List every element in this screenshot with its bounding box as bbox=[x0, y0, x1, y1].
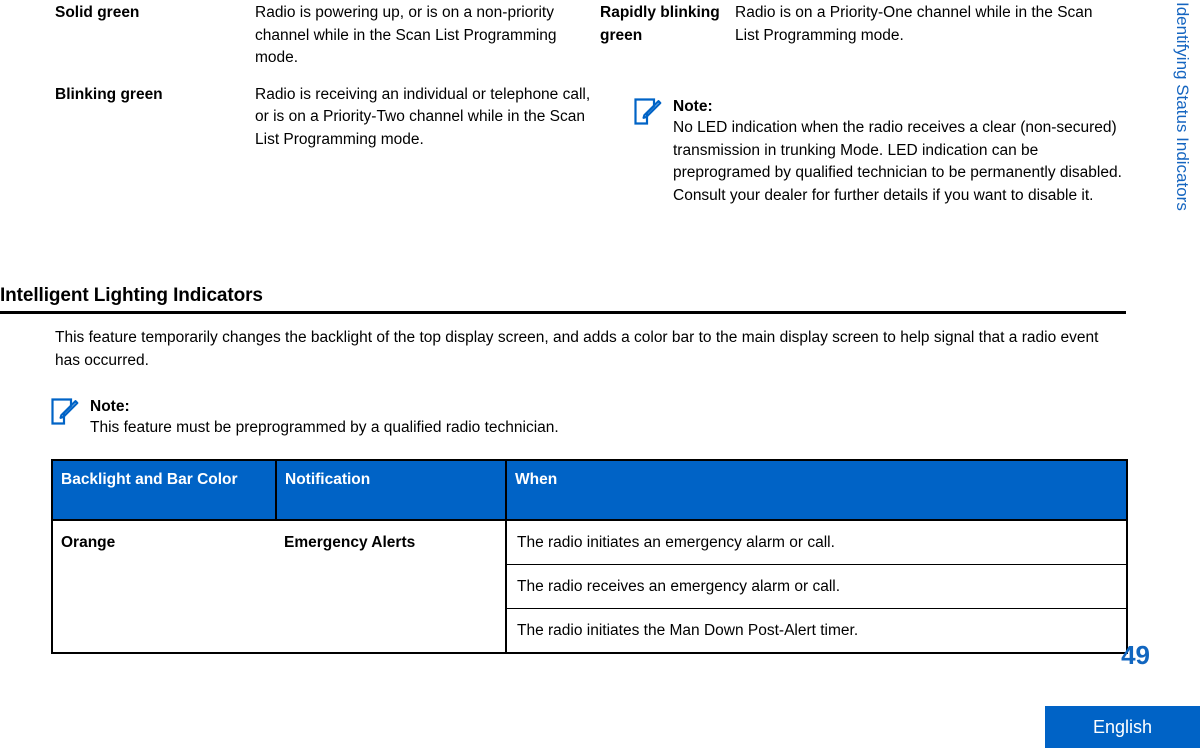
table-row: Orange Emergency Alerts The radio initia… bbox=[51, 519, 1128, 654]
side-chapter-tab-label: Identifying Status Indicators bbox=[1173, 2, 1192, 211]
led-state-term: Solid green bbox=[55, 4, 140, 21]
table-row: Blinking green Radio is receiving an ind… bbox=[55, 84, 600, 152]
page-title: Intelligent Lighting Indicators bbox=[0, 285, 263, 306]
led-state-term: Rapidly blinking green bbox=[600, 4, 720, 44]
side-chapter-tab: Identifying Status Indicators bbox=[1164, 0, 1200, 300]
led-state-description: Radio is on a Priority-One channel while… bbox=[735, 4, 1093, 44]
table-header-row: Backlight and Bar Color Notification Whe… bbox=[51, 460, 1128, 520]
section-paragraph: This feature temporarily changes the bac… bbox=[55, 329, 1099, 369]
table-row: Solid green Radio is powering up, or is … bbox=[55, 2, 600, 70]
page-number: 49 bbox=[1121, 640, 1150, 670]
document-page: Solid green Radio is powering up, or is … bbox=[0, 0, 1200, 748]
cell-notification: Emergency Alerts bbox=[276, 519, 506, 654]
note-title: Note: bbox=[673, 98, 713, 115]
note-block-led: Note: No LED indication when the radio r… bbox=[633, 96, 1133, 207]
note-block-feature: Note: This feature must be preprogrammed… bbox=[50, 396, 850, 440]
column-header-backlight-color: Backlight and Bar Color bbox=[51, 460, 277, 520]
note-title: Note: bbox=[90, 398, 130, 415]
list-item: The radio initiates an emergency alarm o… bbox=[507, 521, 1126, 565]
table-row: Rapidly blinking green Radio is on a Pri… bbox=[600, 2, 1110, 47]
cell-when-list: The radio initiates an emergency alarm o… bbox=[505, 519, 1128, 654]
language-badge: English bbox=[1045, 706, 1200, 748]
led-state-description: Radio is receiving an individual or tele… bbox=[255, 85, 591, 148]
column-header-notification: Notification bbox=[275, 460, 507, 520]
note-body-text: No LED indication when the radio receive… bbox=[673, 119, 1122, 204]
note-body-text: This feature must be preprogrammed by a … bbox=[90, 419, 559, 436]
note-text-wrap: Note: This feature must be preprogrammed… bbox=[90, 396, 850, 440]
led-state-description: Radio is powering up, or is on a non-pri… bbox=[255, 4, 557, 66]
note-text-wrap: Note: No LED indication when the radio r… bbox=[673, 96, 1133, 207]
when-condition-list: The radio initiates an emergency alarm o… bbox=[507, 521, 1126, 652]
list-item: The radio initiates the Man Down Post-Al… bbox=[517, 622, 859, 639]
cell-backlight-color: Orange bbox=[51, 519, 276, 654]
list-item: The radio receives an emergency alarm or… bbox=[507, 565, 1126, 609]
note-pencil-icon bbox=[633, 97, 663, 127]
intelligent-lighting-table: Backlight and Bar Color Notification Whe… bbox=[51, 459, 1128, 654]
led-table-left-column: Solid green Radio is powering up, or is … bbox=[55, 2, 600, 165]
section-heading-block: Intelligent Lighting Indicators bbox=[0, 284, 1126, 314]
note-pencil-icon bbox=[50, 397, 80, 427]
column-header-when: When bbox=[505, 460, 1128, 520]
led-state-term: Blinking green bbox=[55, 85, 163, 103]
heading-divider bbox=[0, 311, 1126, 314]
